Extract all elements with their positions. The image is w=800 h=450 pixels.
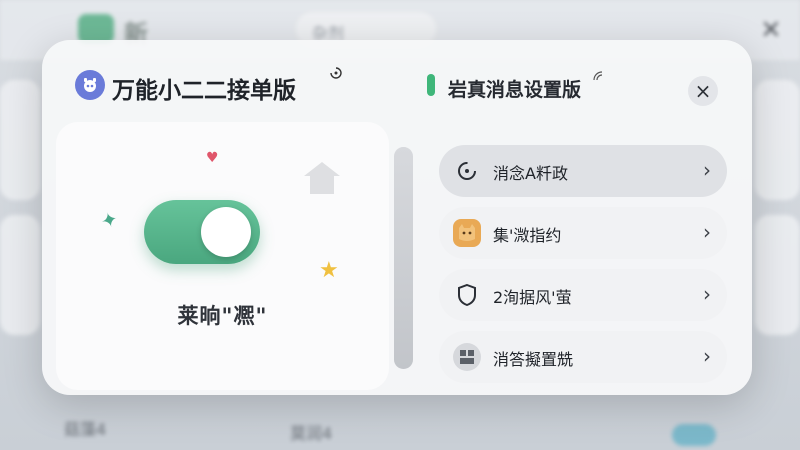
notification-toggle[interactable] xyxy=(144,200,260,264)
menu-item-label: 消念A粁政 xyxy=(493,164,568,183)
leaf-icon: ✦ xyxy=(98,206,121,234)
scrollbar[interactable] xyxy=(394,147,413,369)
menu-item-label: 2洵据风'萤 xyxy=(493,288,572,307)
toggle-knob xyxy=(201,207,251,257)
chevron-right-icon: › xyxy=(703,344,711,368)
toggle-label: 莱晌"凞" xyxy=(177,304,268,328)
toggle-panel: ♥ ✦ ★ 莱晌"凞" xyxy=(56,122,389,390)
house-icon xyxy=(304,162,340,194)
background-card-label: 菇藻4 xyxy=(64,420,107,439)
tab-indicator xyxy=(427,74,435,96)
swirl-icon xyxy=(329,66,343,84)
settings-dialog: 万能小二二接单版 岩真消息设置版 × ♥ ✦ ★ 莱晌"凞" 消念A粁政 › 集… xyxy=(42,40,752,395)
timer-icon xyxy=(453,157,481,185)
signal-icon xyxy=(592,70,604,85)
menu-item-label: 集'溦指约 xyxy=(493,226,562,245)
background-card xyxy=(755,80,800,200)
menu-item-grid[interactable]: 消答擬置兟 › xyxy=(439,331,727,383)
star-icon: ★ xyxy=(319,258,339,283)
scrollbar-thumb[interactable] xyxy=(394,147,413,369)
background-close-icon[interactable]: × xyxy=(760,14,782,44)
cat-icon xyxy=(453,219,481,247)
heart-icon: ♥ xyxy=(206,150,219,166)
chevron-right-icon: › xyxy=(703,158,711,182)
background-card xyxy=(0,215,40,335)
app-title: 万能小二二接单版 xyxy=(112,78,296,104)
menu-item-shield[interactable]: 2洵据风'萤 › xyxy=(439,269,727,321)
close-icon: × xyxy=(694,79,712,103)
robot-icon xyxy=(84,78,96,92)
grid-icon xyxy=(453,343,481,371)
background-card-label: 莫润4 xyxy=(290,424,333,443)
background-toggle[interactable] xyxy=(672,424,716,446)
close-button[interactable]: × xyxy=(688,76,718,106)
background-card xyxy=(755,215,800,335)
settings-title: 岩真消息设置版 xyxy=(448,79,582,101)
shield-icon xyxy=(453,281,481,309)
chevron-right-icon: › xyxy=(703,282,711,306)
app-badge-icon xyxy=(75,70,105,100)
background-card xyxy=(0,80,40,200)
menu-item-cat[interactable]: 集'溦指约 › xyxy=(439,207,727,259)
menu-item-label: 消答擬置兟 xyxy=(493,350,574,369)
menu-item-timer[interactable]: 消念A粁政 › xyxy=(439,145,727,197)
chevron-right-icon: › xyxy=(703,220,711,244)
